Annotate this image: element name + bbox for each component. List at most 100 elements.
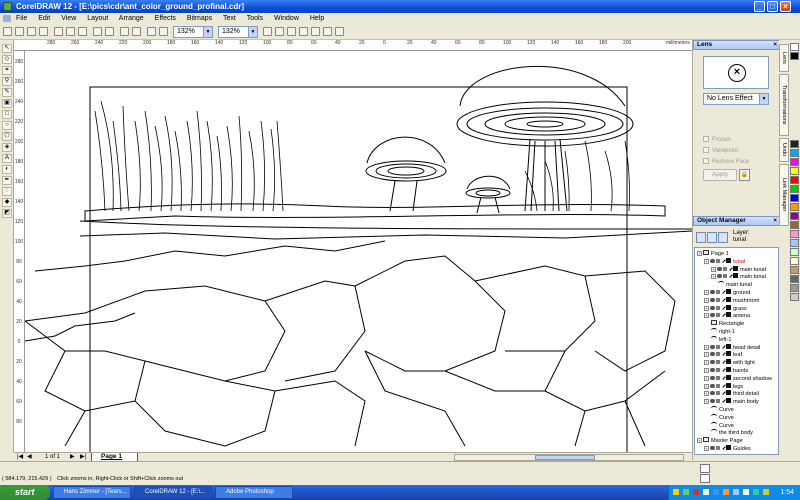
palette-swatch[interactable] <box>790 52 799 60</box>
visibility-eye-icon[interactable] <box>710 446 715 450</box>
window-titlebar[interactable]: CorelDRAW 12 - [E:\pics\cdr\ant_color_gr… <box>0 0 800 13</box>
zoom-page-icon[interactable] <box>311 27 320 36</box>
object-tree-item[interactable]: Curve <box>711 413 734 421</box>
menu-edit[interactable]: Edit <box>38 15 50 22</box>
first-page-icon[interactable]: |◀ <box>17 453 23 460</box>
palette-swatch[interactable] <box>790 140 799 148</box>
expand-toggle-icon[interactable]: + <box>704 368 709 373</box>
expand-toggle-icon[interactable]: + <box>697 251 702 256</box>
start-button[interactable]: start <box>0 485 50 500</box>
menu-view[interactable]: View <box>61 15 76 22</box>
object-tree-item[interactable]: + legs <box>704 381 743 390</box>
paste-icon[interactable] <box>78 27 87 36</box>
palette-swatch[interactable] <box>790 43 799 51</box>
tab-undo[interactable]: Undo <box>779 138 789 162</box>
tray-icon[interactable] <box>753 489 759 495</box>
expand-toggle-icon[interactable]: + <box>704 258 709 264</box>
edit-pencil-icon[interactable] <box>720 295 726 302</box>
palette-swatch[interactable] <box>790 176 799 184</box>
layer-manager-view-icon[interactable] <box>718 232 728 243</box>
export-icon[interactable] <box>132 27 141 36</box>
close-button[interactable]: × <box>780 1 791 12</box>
object-tree-item[interactable]: + Guides <box>704 444 751 452</box>
expand-toggle-icon[interactable]: + <box>704 352 709 358</box>
expand-toggle-icon[interactable]: + <box>704 297 709 303</box>
visibility-eye-icon[interactable] <box>710 383 715 388</box>
apply-button[interactable]: Apply <box>703 169 737 181</box>
object-tree-item[interactable]: Curve <box>711 406 734 413</box>
chevron-down-icon[interactable]: ▼ <box>203 27 212 37</box>
object-tree-item[interactable]: + main tunal <box>711 264 766 273</box>
expand-toggle-icon[interactable]: + <box>704 399 709 405</box>
object-tree-item[interactable]: + mushroom <box>704 295 759 304</box>
tray-icon[interactable] <box>743 489 749 495</box>
chevron-down-icon[interactable]: ▼ <box>248 27 257 37</box>
expand-toggle-icon[interactable]: + <box>711 274 716 280</box>
edit-pencil-icon[interactable] <box>720 389 726 396</box>
close-icon[interactable]: × <box>773 41 777 49</box>
tray-icon[interactable] <box>683 489 689 495</box>
visibility-eye-icon[interactable] <box>710 375 715 380</box>
edit-pencil-icon[interactable] <box>720 444 726 450</box>
tab-link-manager[interactable]: Link Manager <box>779 164 789 226</box>
object-tree-item[interactable]: + Master Page <box>697 437 743 444</box>
save-icon[interactable] <box>27 27 36 36</box>
expand-toggle-icon[interactable]: + <box>711 266 716 272</box>
object-tree[interactable]: + Page 1 + tunal + main tunal + main tunal main … <box>694 247 779 455</box>
edit-pencil-icon[interactable] <box>720 303 726 310</box>
palette-swatch[interactable] <box>790 284 799 292</box>
edit-pencil-icon[interactable] <box>720 256 726 263</box>
interactive-blend-tool-icon[interactable]: ◐ <box>2 165 12 174</box>
palette-swatch[interactable] <box>790 230 799 238</box>
expand-toggle-icon[interactable]: + <box>704 383 709 389</box>
taskbar-item-photoshop[interactable]: Adobe Photoshop <box>215 486 293 499</box>
menu-help[interactable]: Help <box>310 15 324 22</box>
visibility-eye-icon[interactable] <box>710 368 715 372</box>
zoom-height-icon[interactable] <box>335 27 344 36</box>
next-page-icon[interactable]: ▶ <box>70 453 75 460</box>
remove-face-checkbox[interactable]: Remove Face <box>703 158 749 165</box>
edit-pencil-icon[interactable] <box>720 397 726 404</box>
tray-icon[interactable] <box>733 489 739 495</box>
expand-toggle-icon[interactable]: + <box>704 290 709 295</box>
expand-toggle-icon[interactable]: + <box>704 446 709 451</box>
tab-lens[interactable]: Lens <box>779 44 789 72</box>
tray-icon[interactable] <box>703 489 709 495</box>
frozen-checkbox[interactable]: Frozen <box>703 136 731 143</box>
palette-swatch[interactable] <box>790 257 799 265</box>
object-tree-item[interactable]: + hands <box>704 366 748 374</box>
close-icon[interactable]: × <box>773 217 777 225</box>
palette-swatch[interactable] <box>790 266 799 274</box>
tray-icon[interactable] <box>763 489 769 495</box>
menu-arrange[interactable]: Arrange <box>119 15 144 22</box>
object-tree-item[interactable]: + main body <box>704 397 759 405</box>
taskbar-item-hans-zimmer[interactable]: Hans Zimmer - [Tears... <box>53 486 131 499</box>
edit-pencil-icon[interactable] <box>727 272 733 279</box>
scrollbar-thumb[interactable] <box>535 455 595 460</box>
maximize-button[interactable]: □ <box>767 1 778 12</box>
object-tree-item[interactable]: left-1 <box>711 335 731 343</box>
expand-toggle-icon[interactable]: + <box>697 438 702 444</box>
object-tree-item[interactable]: + second shadow <box>704 373 772 382</box>
taskbar-item-coreldraw[interactable]: CorelDRAW 12 - [E:\... <box>134 486 212 499</box>
visibility-eye-icon[interactable] <box>710 290 715 294</box>
palette-swatch[interactable] <box>790 293 799 301</box>
cut-icon[interactable] <box>54 27 63 36</box>
visibility-eye-icon[interactable] <box>710 399 715 404</box>
edit-pencil-icon[interactable] <box>720 350 726 357</box>
object-tree-item[interactable]: + antena <box>704 311 750 319</box>
visibility-eye-icon[interactable] <box>710 391 715 396</box>
zoom-selected-icon[interactable] <box>287 27 296 36</box>
edit-pencil-icon[interactable] <box>720 373 726 380</box>
menu-tools[interactable]: Tools <box>247 15 263 22</box>
document-menu-icon[interactable] <box>3 15 11 22</box>
outline-indicator-icon[interactable] <box>700 474 710 483</box>
object-tree-item[interactable]: + Page 1 <box>697 250 729 257</box>
crop-tool-icon[interactable]: ⌗ <box>2 66 12 75</box>
object-tree-item[interactable]: + with light <box>704 358 755 366</box>
zoom-width-icon[interactable] <box>323 27 332 36</box>
edit-pencil-icon[interactable] <box>727 264 733 271</box>
tray-icon[interactable] <box>693 489 699 495</box>
object-tree-item[interactable]: Rectangle <box>711 320 744 327</box>
previous-page-icon[interactable]: ◀ <box>27 453 32 460</box>
